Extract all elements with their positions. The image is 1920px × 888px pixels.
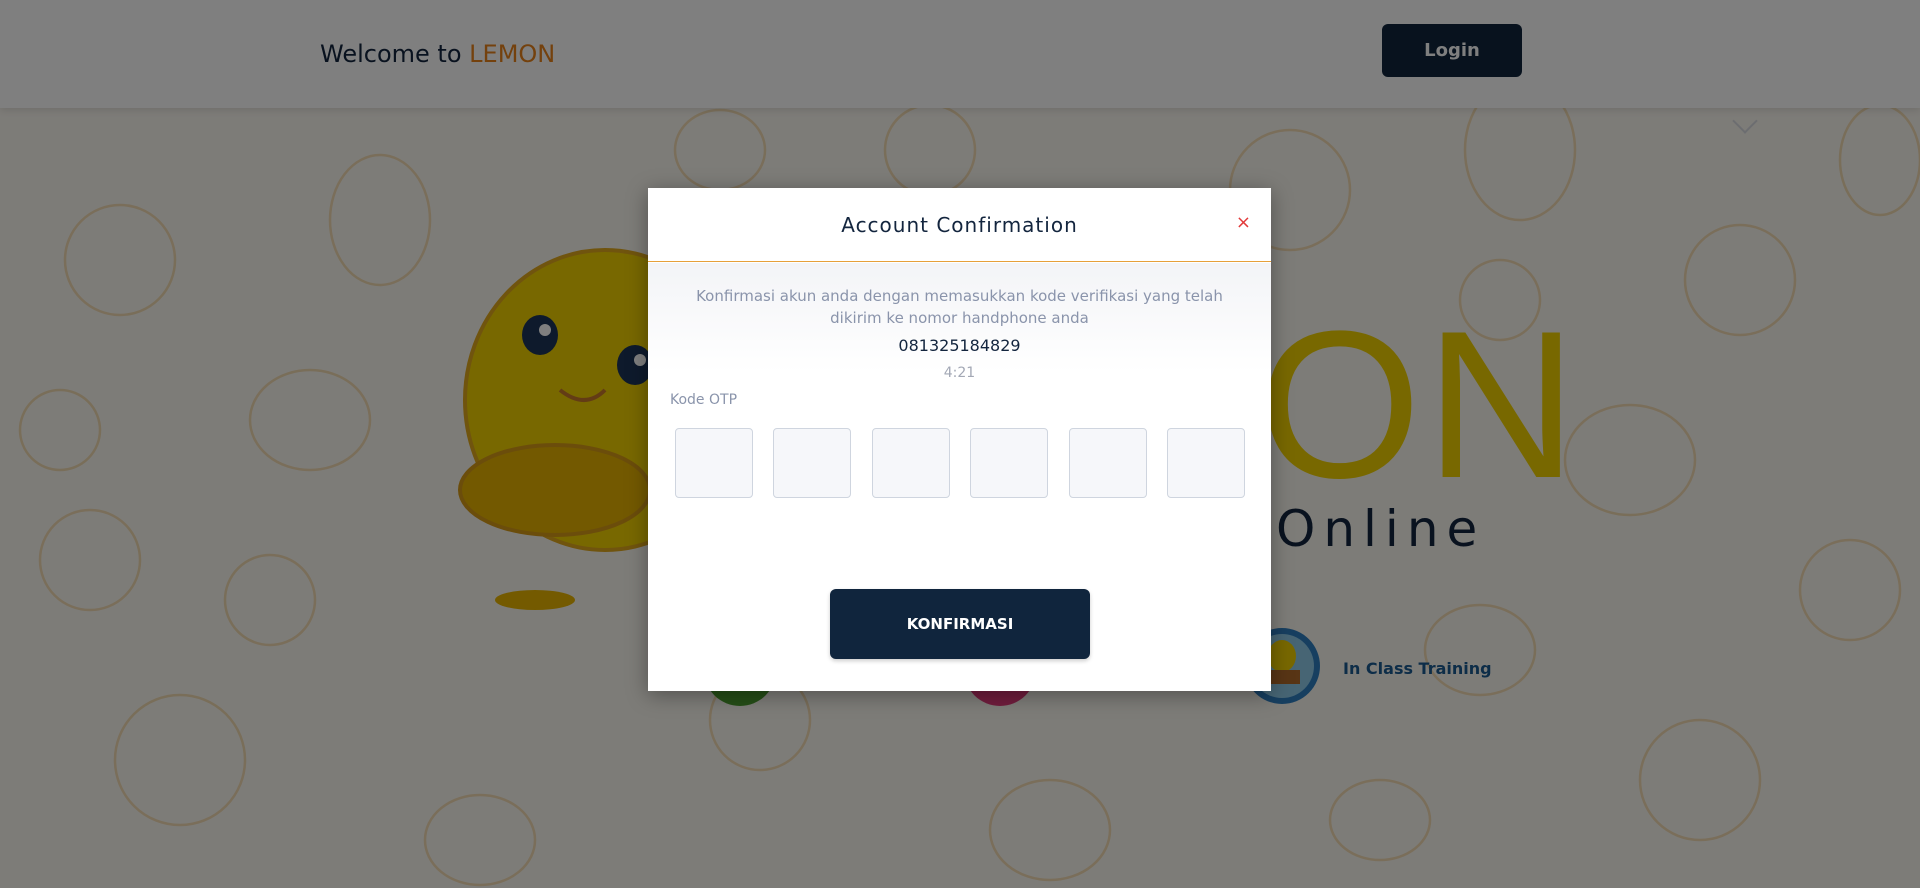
otp-digit-2[interactable] [773,428,852,498]
phone-number: 081325184829 [898,336,1021,355]
modal-title: Account Confirmation [841,212,1078,237]
verification-instructions: Konfirmasi akun anda dengan memasukkan k… [696,287,1223,327]
otp-digit-5[interactable] [1068,428,1147,498]
otp-digit-4[interactable] [970,428,1049,498]
close-icon[interactable]: × [1236,214,1251,232]
countdown-timer: 4:21 [943,365,976,381]
modal-header: Account Confirmation × [648,188,1271,262]
otp-label: Kode OTP [670,392,738,408]
otp-digit-6[interactable] [1166,428,1245,498]
otp-digit-1[interactable] [675,428,753,498]
otp-digit-3[interactable] [871,428,950,498]
account-confirmation-modal: Account Confirmation × Konfirmasi akun a… [648,188,1271,691]
confirm-button[interactable]: KONFIRMASI [830,589,1090,659]
otp-input-group [675,428,1245,498]
